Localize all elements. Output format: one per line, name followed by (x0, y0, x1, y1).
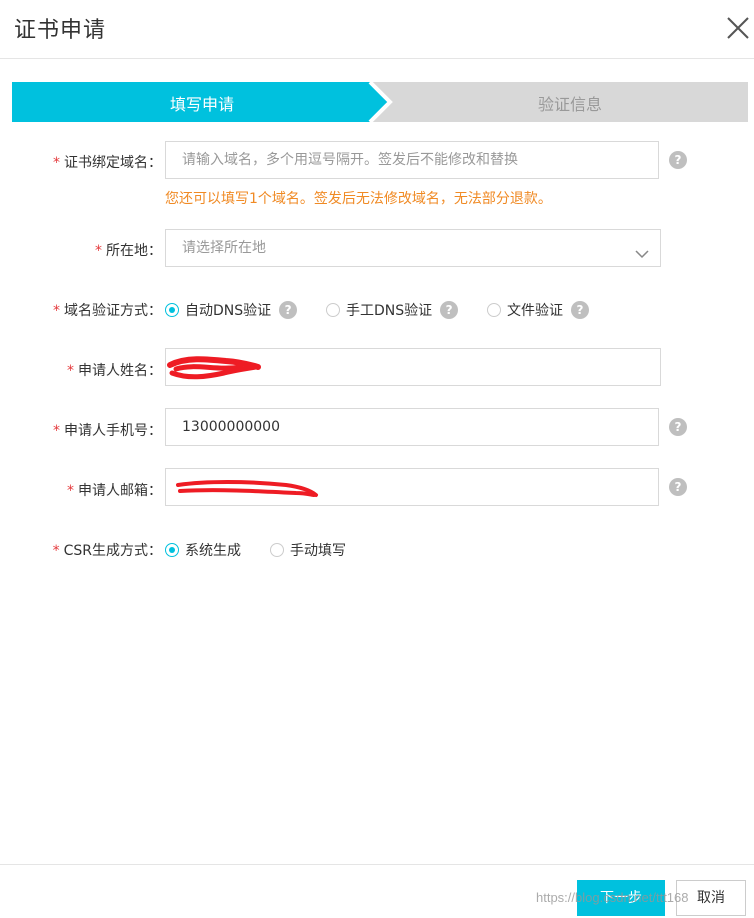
location-label: * 所在地： (0, 240, 162, 260)
applicant-phone-label-text: 申请人手机号： (64, 423, 162, 439)
applicant-name-label: * 申请人姓名： (0, 360, 162, 380)
applicant-email-label: * 申请人邮箱： (0, 480, 162, 500)
radio-unchecked-icon (487, 303, 501, 317)
required-mark: * (53, 423, 60, 439)
radio-manual-dns-label: 手工DNS验证 (346, 303, 433, 319)
radio-manual-dns[interactable]: 手工DNS验证 ? (326, 300, 459, 320)
domain-input[interactable]: 请输入域名，多个用逗号隔开。签发后不能修改和替换 (165, 141, 659, 179)
radio-manual-fill[interactable]: 手动填写 (270, 540, 346, 560)
csr-method-label: * CSR生成方式： (0, 540, 162, 560)
dialog-header: 证书申请 (0, 0, 754, 59)
redaction-scribble (167, 356, 261, 380)
auto-dns-help-icon[interactable]: ? (279, 301, 298, 319)
step-fill-application: 填写申请 (169, 95, 234, 114)
radio-auto-dns-label: 自动DNS验证 (185, 303, 272, 319)
domain-help-icon[interactable]: ? (669, 151, 687, 169)
radio-checked-icon (165, 543, 179, 557)
redaction-scribble (176, 480, 318, 497)
email-help-icon[interactable]: ? (669, 478, 687, 496)
domain-hint: 您还可以填写1个域名。签发后无法修改域名，无法部分退款。 (165, 191, 552, 207)
manual-dns-help-icon[interactable]: ? (440, 301, 459, 319)
required-mark: * (67, 363, 74, 379)
verify-method-label: * 域名验证方式： (0, 300, 162, 320)
radio-auto-dns[interactable]: 自动DNS验证 ? (165, 300, 298, 320)
applicant-name-label-text: 申请人姓名： (78, 363, 162, 379)
applicant-phone-label: * 申请人手机号： (0, 420, 162, 440)
domain-label: * 证书绑定域名： (0, 152, 162, 172)
radio-file-verify[interactable]: 文件验证 ? (487, 300, 589, 320)
location-placeholder: 请选择所在地 (182, 240, 266, 256)
radio-file-verify-label: 文件验证 (507, 303, 563, 319)
dialog-title: 证书申请 (14, 18, 107, 43)
radio-unchecked-icon (326, 303, 340, 317)
required-mark: * (67, 483, 74, 499)
radio-system-generate[interactable]: 系统生成 (165, 540, 241, 560)
applicant-phone-value: 13000000000 (182, 419, 280, 435)
location-select[interactable]: 请选择所在地 (165, 229, 661, 267)
verify-method-label-text: 域名验证方式： (64, 303, 162, 319)
applicant-phone-input[interactable]: 13000000000 (165, 408, 659, 446)
csr-method-label-text: CSR生成方式： (63, 543, 162, 559)
required-mark: * (52, 543, 60, 559)
required-mark: * (95, 243, 102, 259)
domain-placeholder: 请输入域名，多个用逗号隔开。签发后不能修改和替换 (182, 152, 518, 168)
watermark: https://blog.csdn.net/ttt168 (536, 890, 689, 905)
close-icon[interactable] (724, 14, 752, 42)
radio-system-generate-label: 系统生成 (185, 543, 241, 559)
applicant-name-input[interactable] (165, 348, 661, 386)
file-verify-help-icon[interactable]: ? (571, 301, 589, 319)
domain-label-text: 证书绑定域名： (64, 155, 162, 171)
radio-checked-icon (165, 303, 179, 317)
chevron-down-icon (634, 240, 650, 276)
step-progress: 填写申请 验证信息 (12, 82, 748, 122)
applicant-email-input[interactable] (165, 468, 659, 506)
required-mark: * (53, 155, 60, 171)
required-mark: * (53, 303, 60, 319)
radio-manual-fill-label: 手动填写 (290, 543, 346, 559)
radio-unchecked-icon (270, 543, 284, 557)
phone-help-icon[interactable]: ? (669, 418, 687, 436)
location-label-text: 所在地： (106, 243, 162, 259)
applicant-email-label-text: 申请人邮箱： (78, 483, 162, 499)
step-verify-info: 验证信息 (537, 95, 602, 114)
